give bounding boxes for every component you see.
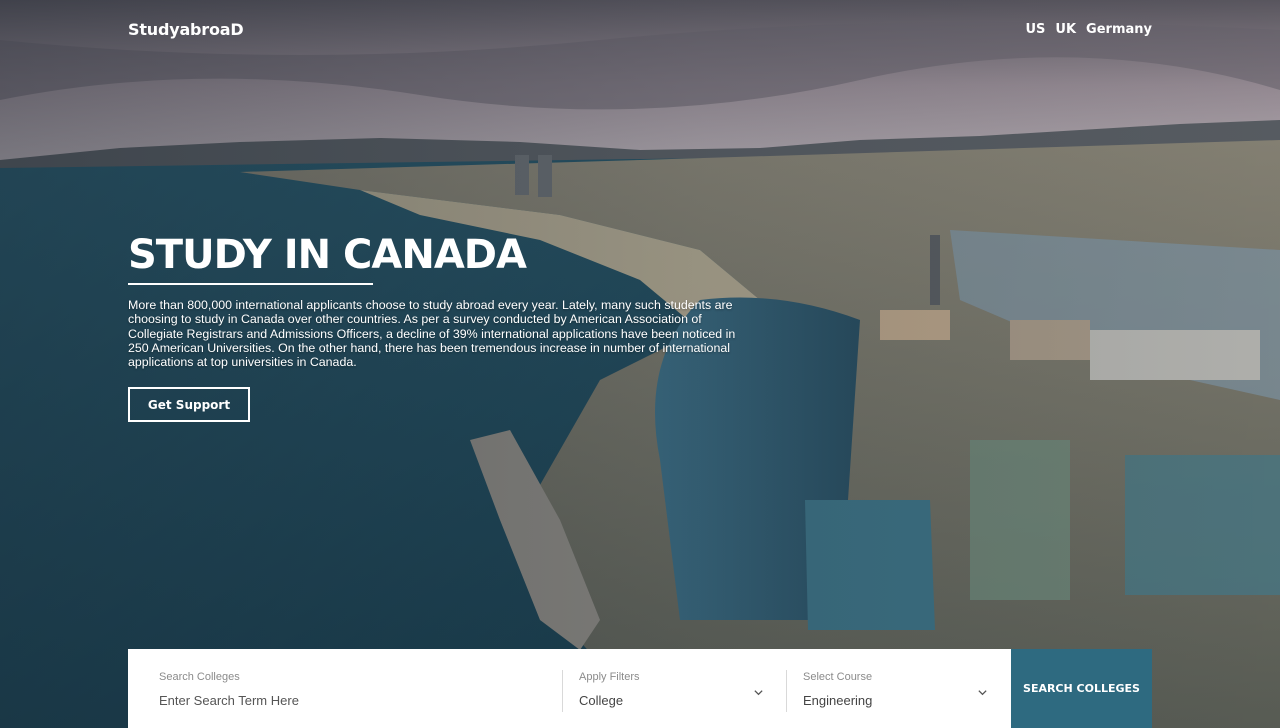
nav-item-uk[interactable]: UK: [1055, 22, 1076, 37]
brand-logo[interactable]: StudyabroaD: [128, 20, 244, 39]
chevron-down-icon: [754, 690, 763, 696]
college-search-bar: Search Colleges Apply Filters College Se…: [128, 649, 1152, 728]
hero-section: StudyabroaD US UK Germany STUDY IN CANAD…: [0, 0, 1280, 728]
course-select[interactable]: Select Course Engineering: [787, 649, 1010, 728]
country-nav: US UK Germany: [1025, 22, 1152, 37]
search-colleges-button[interactable]: SEARCH COLLEGES: [1011, 649, 1152, 728]
page-title: STUDY IN CANADA: [128, 232, 527, 278]
title-underline: [128, 283, 373, 285]
nav-item-germany[interactable]: Germany: [1086, 22, 1152, 37]
nav-item-us[interactable]: US: [1025, 22, 1045, 37]
search-colleges-label: Search Colleges: [159, 671, 240, 683]
hero-description: More than 800,000 international applican…: [128, 298, 736, 370]
course-value: Engineering: [803, 693, 873, 708]
course-label: Select Course: [803, 671, 873, 683]
filters-label: Apply Filters: [579, 671, 640, 683]
chevron-down-icon: [978, 690, 987, 696]
filters-value: College: [579, 693, 624, 708]
search-colleges-field: Search Colleges: [128, 649, 562, 728]
get-support-button[interactable]: Get Support: [128, 387, 250, 422]
search-input[interactable]: [159, 693, 539, 708]
filters-select[interactable]: Apply Filters College: [563, 649, 786, 728]
